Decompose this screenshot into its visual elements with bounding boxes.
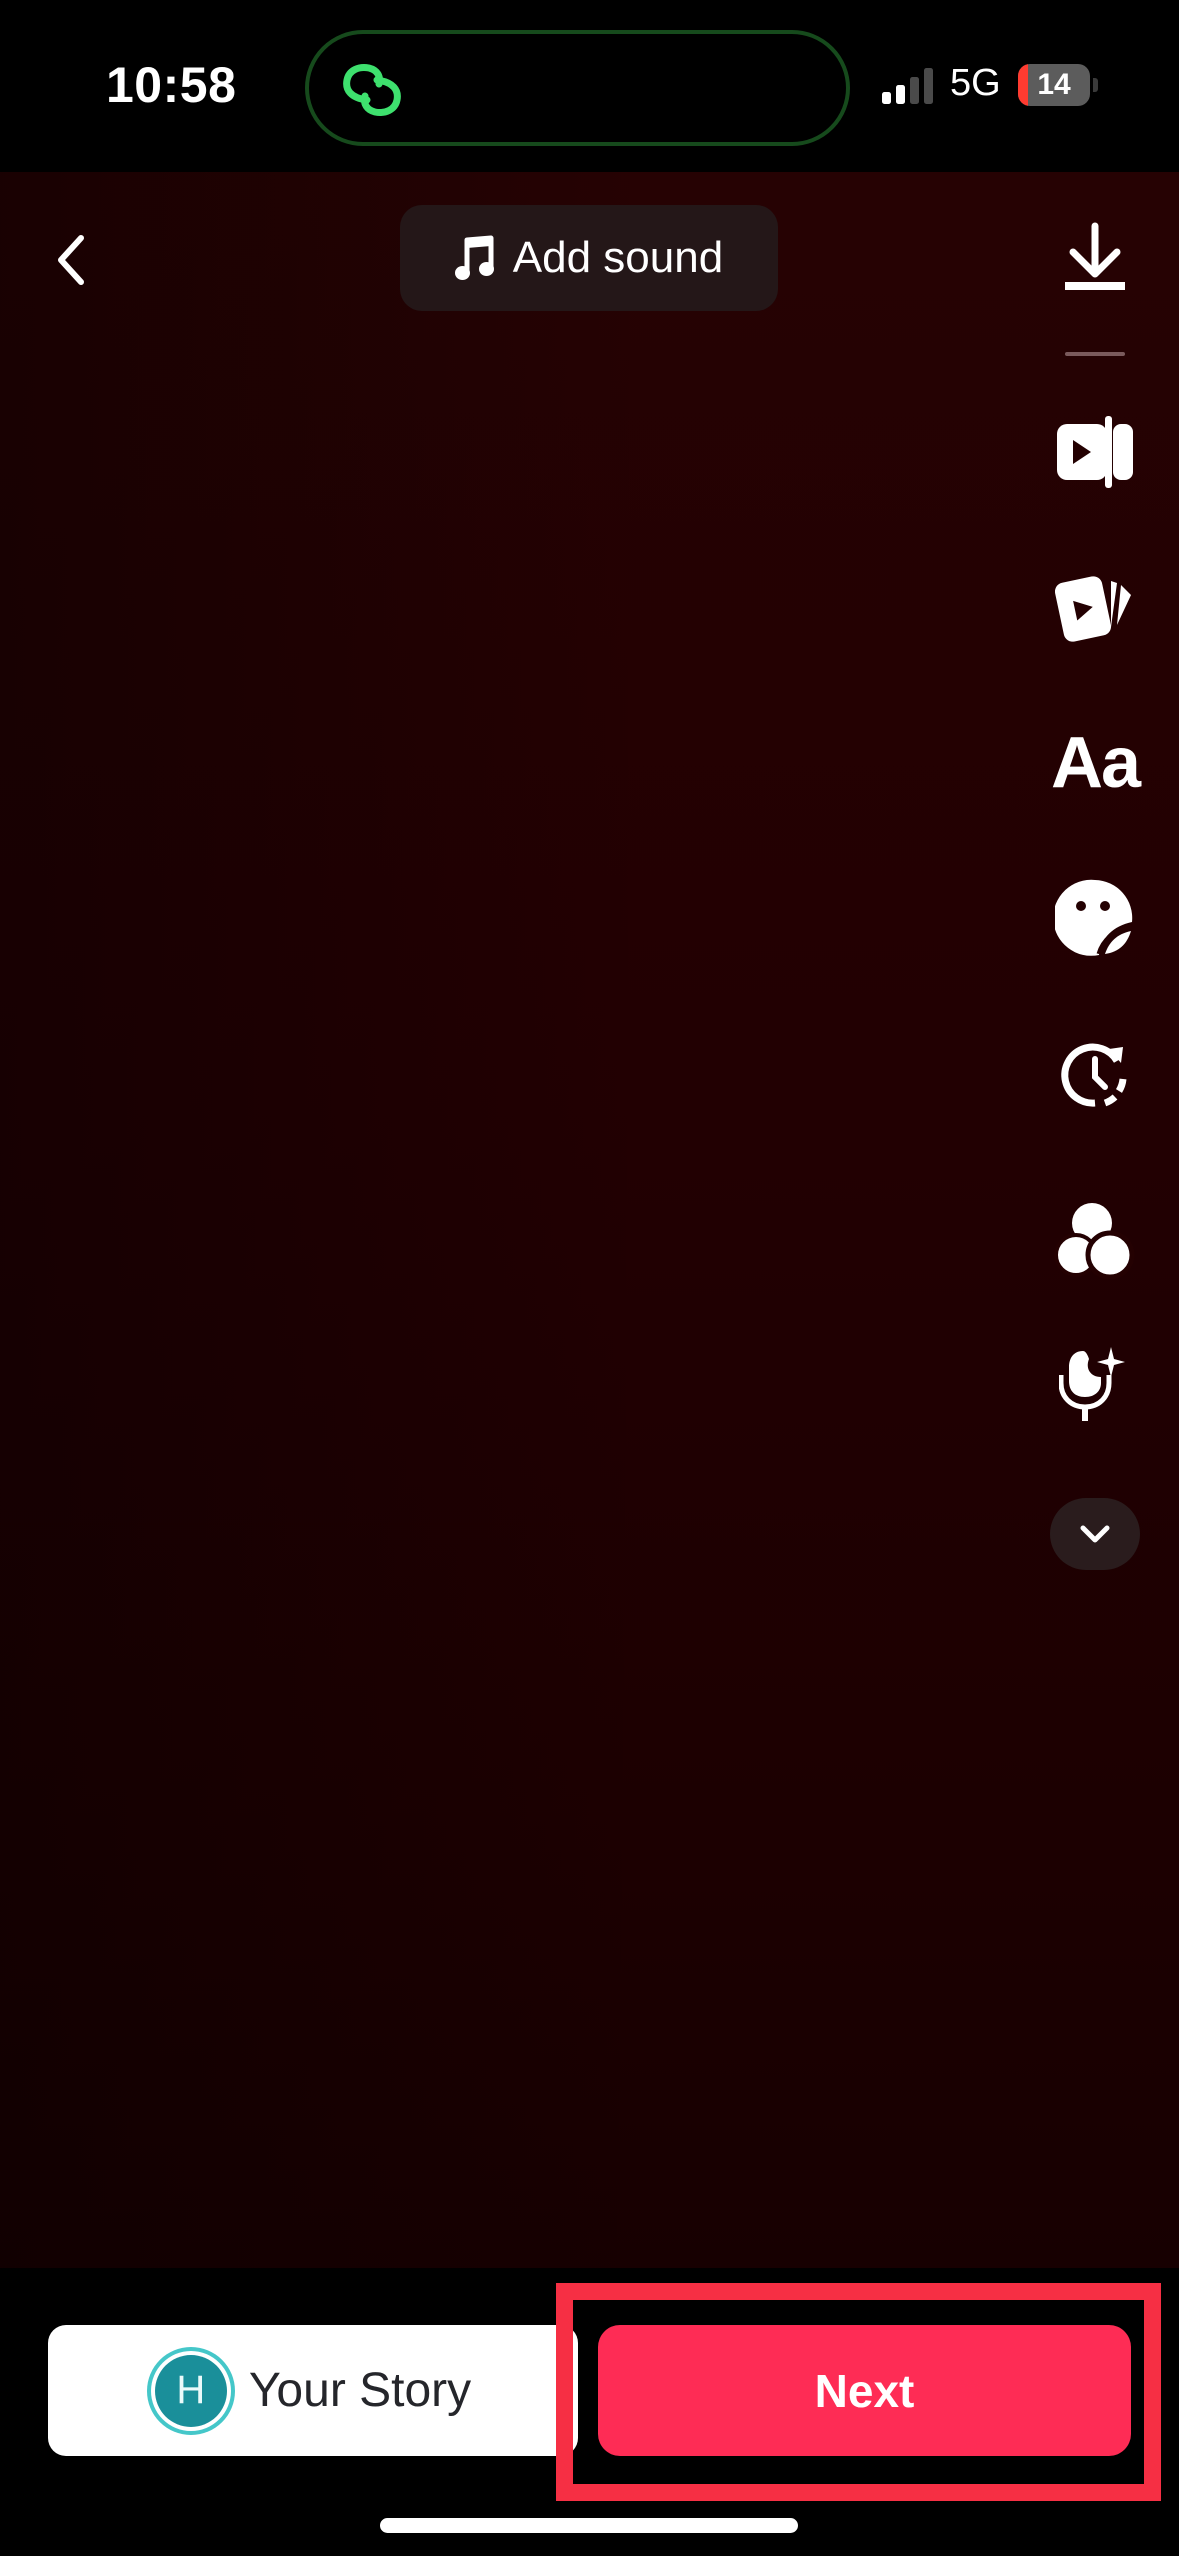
avatar-initial: H — [176, 2368, 206, 2412]
sticker-icon — [1055, 879, 1133, 956]
video-clip-split-icon — [1057, 416, 1133, 488]
link-icon — [343, 64, 401, 116]
filters-circles-icon — [1054, 1203, 1135, 1280]
filters-button[interactable] — [1040, 1185, 1150, 1295]
dynamic-island — [305, 30, 850, 146]
add-sound-button[interactable]: Add sound — [400, 205, 778, 311]
your-story-button[interactable]: H Your Story — [48, 2325, 578, 2456]
video-cards-icon — [1055, 576, 1131, 642]
timer-button[interactable] — [1040, 1020, 1150, 1130]
voice-effects-button[interactable] — [1040, 1330, 1150, 1440]
stickers-button[interactable] — [1040, 863, 1150, 973]
battery-icon: 14 — [1018, 64, 1090, 106]
edit-clips-button[interactable] — [1040, 397, 1150, 507]
signal-icon — [882, 68, 933, 104]
battery-indicator: 14 — [1018, 64, 1098, 106]
battery-nub — [1093, 78, 1098, 92]
templates-button[interactable] — [1040, 552, 1150, 662]
text-icon: Aa — [1050, 723, 1141, 803]
music-note-icon — [454, 235, 494, 280]
more-tools-button[interactable] — [1050, 1498, 1140, 1570]
chevron-left-icon — [58, 235, 84, 285]
download-icon — [1065, 222, 1125, 290]
chevron-down-icon — [1080, 1525, 1110, 1543]
network-type: 5G — [950, 62, 1001, 104]
video-preview[interactable] — [0, 172, 1179, 2268]
download-button[interactable] — [1040, 203, 1150, 313]
battery-level: 14 — [1037, 68, 1071, 101]
avatar: H — [154, 2354, 227, 2427]
next-label: Next — [814, 2364, 915, 2417]
text-button[interactable]: Aa — [1040, 708, 1150, 818]
add-sound-label: Add sound — [512, 233, 724, 282]
your-story-label: Your Story — [248, 2364, 472, 2417]
next-button[interactable]: Next — [598, 2325, 1131, 2456]
status-bar: 10:58 5G 14 — [0, 0, 1179, 172]
mic-sparkle-icon — [1059, 1347, 1125, 1421]
status-time: 10:58 — [106, 57, 237, 113]
back-button[interactable] — [30, 210, 110, 310]
home-indicator[interactable] — [380, 2518, 798, 2533]
clock-refresh-icon — [1061, 1043, 1127, 1107]
toolbar-divider — [1065, 352, 1125, 356]
